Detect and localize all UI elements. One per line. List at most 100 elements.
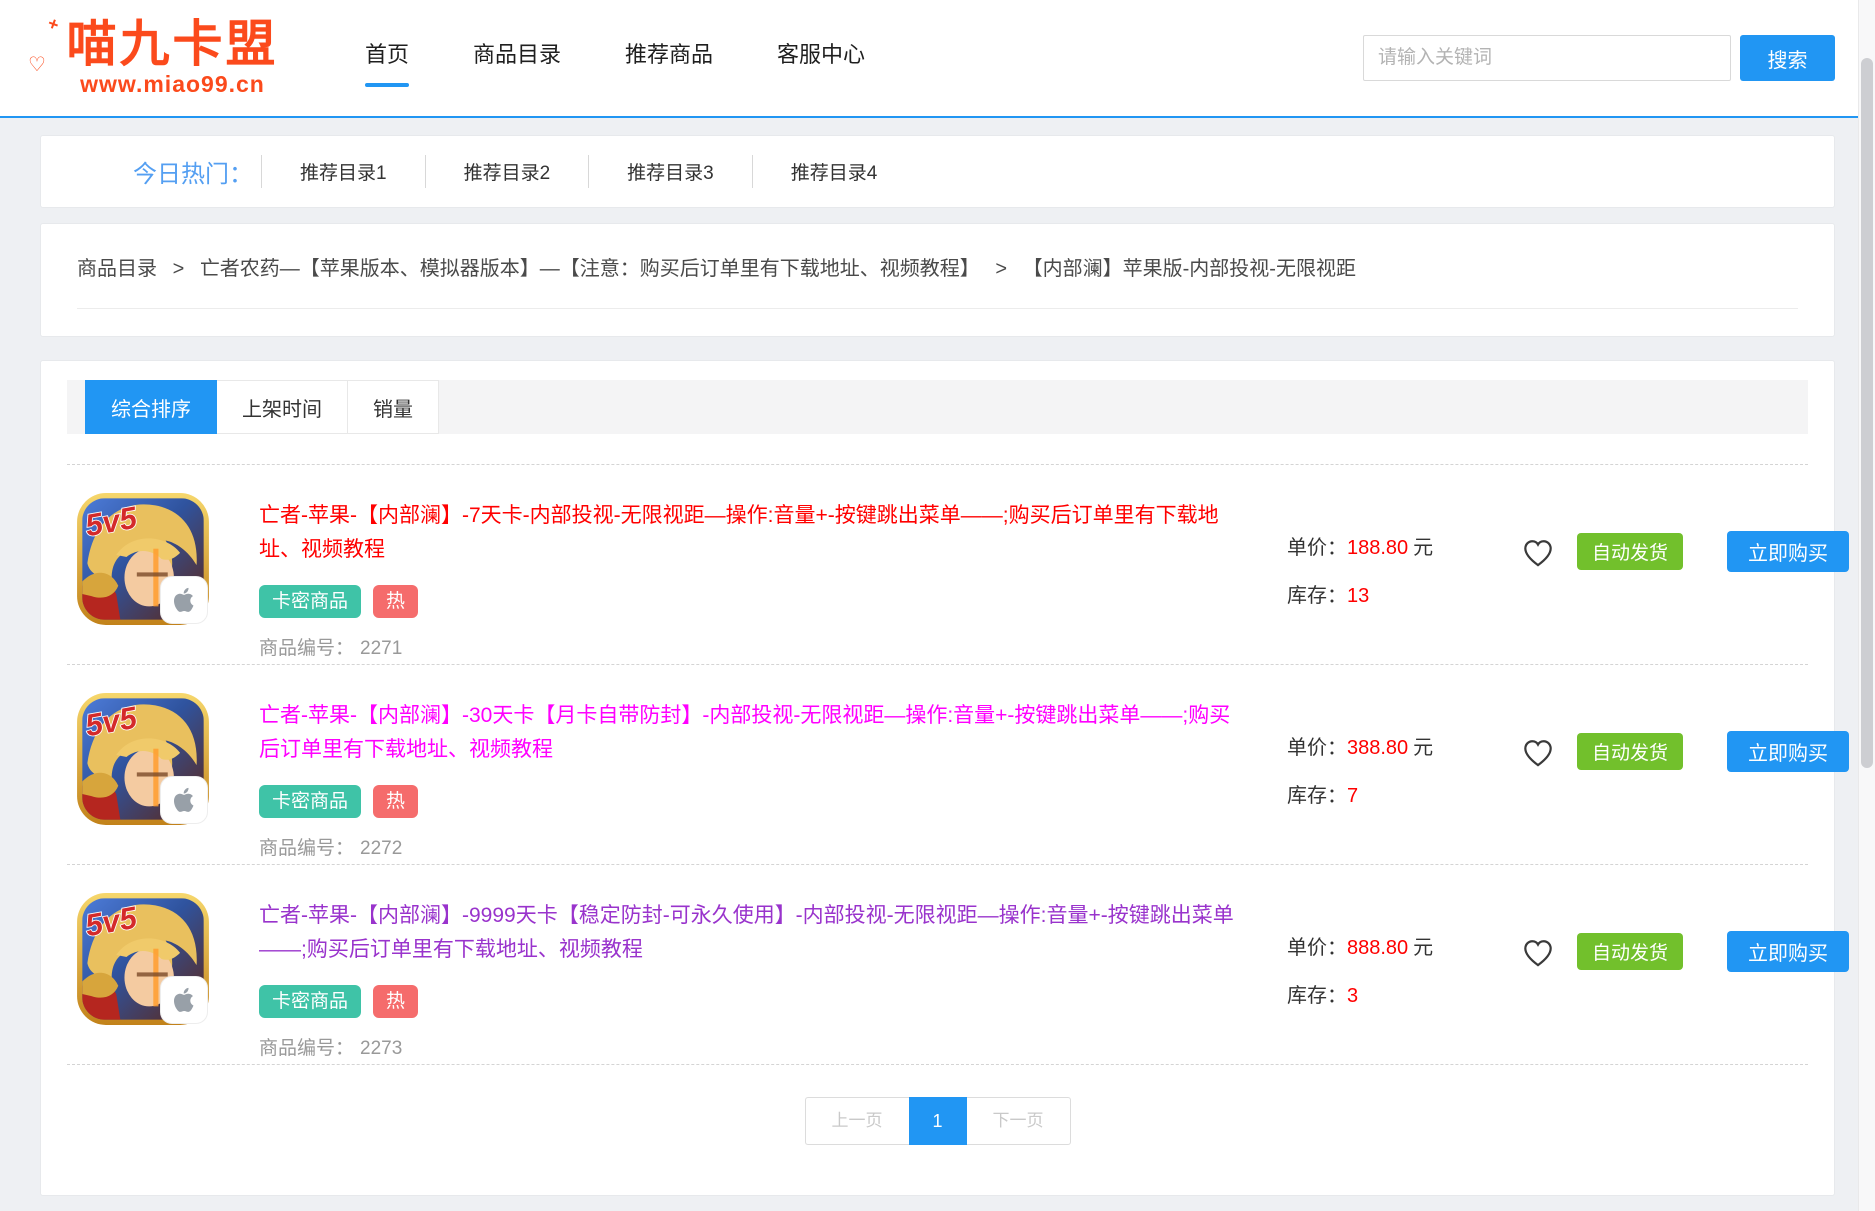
tag-card-product: 卡密商品 [259, 585, 361, 618]
tag-card-product: 卡密商品 [259, 985, 361, 1018]
product-row: 亡者-苹果-【内部澜】-30天卡【月卡自带防封】-内部投视-无限视距—操作:音量… [67, 664, 1808, 864]
brand-name: 喵九卡盟 [40, 18, 305, 71]
pagination-next-button[interactable]: 下一页 [967, 1097, 1071, 1145]
search-button[interactable]: 搜索 [1740, 35, 1835, 81]
product-sku: 商品编号：2273 [259, 1033, 1249, 1060]
product-image[interactable] [75, 691, 211, 827]
price-unit: 元 [1413, 937, 1433, 959]
buy-now-button[interactable]: 立即购买 [1727, 531, 1849, 572]
nav-item-label: 客服中心 [777, 42, 865, 67]
stock-value: 3 [1347, 985, 1358, 1007]
hot-category-4[interactable]: 推荐目录4 [752, 155, 916, 188]
product-sku: 商品编号： 2271 [259, 633, 1249, 660]
site-logo[interactable]: + ♡ 喵九卡盟 www.miao99.cn [40, 18, 305, 98]
price-value: 188.80 [1347, 537, 1408, 559]
site-header: + ♡ 喵九卡盟 www.miao99.cn 首页 商品目录 推荐商品 客服中心… [0, 0, 1875, 118]
today-hot-bar: 今日热门： 推荐目录1 推荐目录2 推荐目录3 推荐目录4 [40, 135, 1835, 208]
stock: 库存：3 [1287, 979, 1499, 1008]
nav-item-support[interactable]: 客服中心 [777, 29, 865, 87]
price-column: 单价：188.80元 库存：13 [1287, 491, 1499, 660]
product-list-card: 综合排序 上架时间 销量 亡者-苹果-【内部澜】-7天卡-内部投视-无限视距—操… [40, 360, 1835, 1196]
search-area: 搜索 [1363, 35, 1835, 81]
nav-item-catalog[interactable]: 商品目录 [473, 29, 561, 87]
auto-ship-badge[interactable]: 自动发货 [1577, 733, 1683, 770]
sku-label: 商品编号： [259, 1038, 354, 1059]
breadcrumb-separator: > [173, 258, 185, 280]
breadcrumb-current[interactable]: 【内部澜】苹果版-内部投视-无限视距 [1023, 258, 1356, 280]
hot-category-1[interactable]: 推荐目录1 [261, 155, 425, 188]
heart-icon [1519, 533, 1557, 571]
breadcrumb-card: 商品目录 > 亡者农药—【苹果版本、模拟器版本】—【注意：购买后订单里有下载地址… [40, 223, 1835, 337]
tag-hot: 热 [373, 785, 418, 818]
apple-badge [160, 576, 208, 624]
breadcrumb: 商品目录 > 亡者农药—【苹果版本、模拟器版本】—【注意：购买后订单里有下载地址… [77, 252, 1798, 309]
stock-label: 库存： [1287, 985, 1347, 1007]
tag-hot: 热 [373, 585, 418, 618]
sku-label: 商品编号： [259, 838, 354, 859]
heart-icon [1519, 933, 1557, 971]
nav-item-label: 首页 [365, 42, 409, 67]
apple-badge [160, 976, 208, 1024]
today-hot-label: 今日热门： [133, 154, 253, 189]
price-column: 单价：888.80元 库存：3 [1287, 891, 1499, 1060]
product-tags: 卡密商品 热 [259, 585, 1249, 618]
product-title[interactable]: 亡者-苹果-【内部澜】-30天卡【月卡自带防封】-内部投视-无限视距—操作:音量… [259, 699, 1249, 767]
stock-value: 13 [1347, 585, 1369, 607]
product-image[interactable] [75, 891, 211, 1027]
stock-label: 库存： [1287, 585, 1347, 607]
apple-logo-icon [169, 785, 199, 815]
pagination-page-1[interactable]: 1 [909, 1097, 967, 1145]
sku-value: 2271 [360, 638, 402, 659]
product-title[interactable]: 亡者-苹果-【内部澜】-9999天卡【稳定防封-可永久使用】-内部投视-无限视距… [259, 899, 1249, 967]
brand-domain: www.miao99.cn [40, 71, 305, 98]
nav-item-home[interactable]: 首页 [365, 29, 409, 87]
apple-logo-icon [169, 585, 199, 615]
sort-tab-listing-time[interactable]: 上架时间 [217, 380, 348, 434]
pagination-prev-button[interactable]: 上一页 [805, 1097, 909, 1145]
product-info: 亡者-苹果-【内部澜】-9999天卡【稳定防封-可永久使用】-内部投视-无限视距… [259, 891, 1249, 1060]
auto-ship-badge[interactable]: 自动发货 [1577, 933, 1683, 970]
main-nav: 首页 商品目录 推荐商品 客服中心 [365, 29, 865, 87]
apple-badge [160, 776, 208, 824]
product-image[interactable] [75, 491, 211, 627]
scrollbar-track[interactable] [1858, 0, 1875, 1211]
price-label: 单价： [1287, 937, 1347, 959]
price-label: 单价： [1287, 537, 1347, 559]
apple-logo-icon [169, 985, 199, 1015]
price-unit: 元 [1413, 737, 1433, 759]
scrollbar-thumb[interactable] [1861, 58, 1873, 768]
buy-now-button[interactable]: 立即购买 [1727, 731, 1849, 772]
nav-item-recommended[interactable]: 推荐商品 [625, 29, 713, 87]
unit-price: 单价：388.80元 [1287, 731, 1499, 760]
hot-category-3[interactable]: 推荐目录3 [588, 155, 752, 188]
price-value: 388.80 [1347, 737, 1408, 759]
product-title[interactable]: 亡者-苹果-【内部澜】-7天卡-内部投视-无限视距—操作:音量+-按键跳出菜单—… [259, 499, 1249, 567]
stock: 库存：7 [1287, 779, 1499, 808]
sort-tab-sales[interactable]: 销量 [348, 380, 439, 434]
product-row: 亡者-苹果-【内部澜】-7天卡-内部投视-无限视距—操作:音量+-按键跳出菜单—… [67, 464, 1808, 664]
product-tags: 卡密商品 热 [259, 985, 1249, 1018]
pagination: 上一页 1 下一页 [67, 1097, 1808, 1145]
hot-category-2[interactable]: 推荐目录2 [425, 155, 589, 188]
logo-heart-icon: ♡ [28, 52, 46, 77]
buy-now-button[interactable]: 立即购买 [1727, 931, 1849, 972]
heart-icon [1519, 733, 1557, 771]
sort-tab-composite[interactable]: 综合排序 [85, 380, 217, 434]
favorite-button[interactable] [1499, 891, 1577, 1060]
favorite-button[interactable] [1499, 491, 1577, 660]
stock-value: 7 [1347, 785, 1358, 807]
search-input[interactable] [1363, 35, 1731, 81]
nav-item-label: 推荐商品 [625, 42, 713, 67]
price-label: 单价： [1287, 737, 1347, 759]
breadcrumb-root[interactable]: 商品目录 [77, 258, 157, 280]
sku-value: 2272 [360, 838, 402, 859]
sku-label: 商品编号： [259, 638, 354, 659]
breadcrumb-category[interactable]: 亡者农药—【苹果版本、模拟器版本】—【注意：购买后订单里有下载地址、视频教程】 [200, 258, 980, 280]
product-sku: 商品编号： 2272 [259, 833, 1249, 860]
product-row: 亡者-苹果-【内部澜】-9999天卡【稳定防封-可永久使用】-内部投视-无限视距… [67, 864, 1808, 1065]
active-nav-underline [365, 83, 409, 87]
unit-price: 单价：888.80元 [1287, 931, 1499, 960]
favorite-button[interactable] [1499, 691, 1577, 860]
auto-ship-badge[interactable]: 自动发货 [1577, 533, 1683, 570]
breadcrumb-separator: > [995, 258, 1007, 280]
